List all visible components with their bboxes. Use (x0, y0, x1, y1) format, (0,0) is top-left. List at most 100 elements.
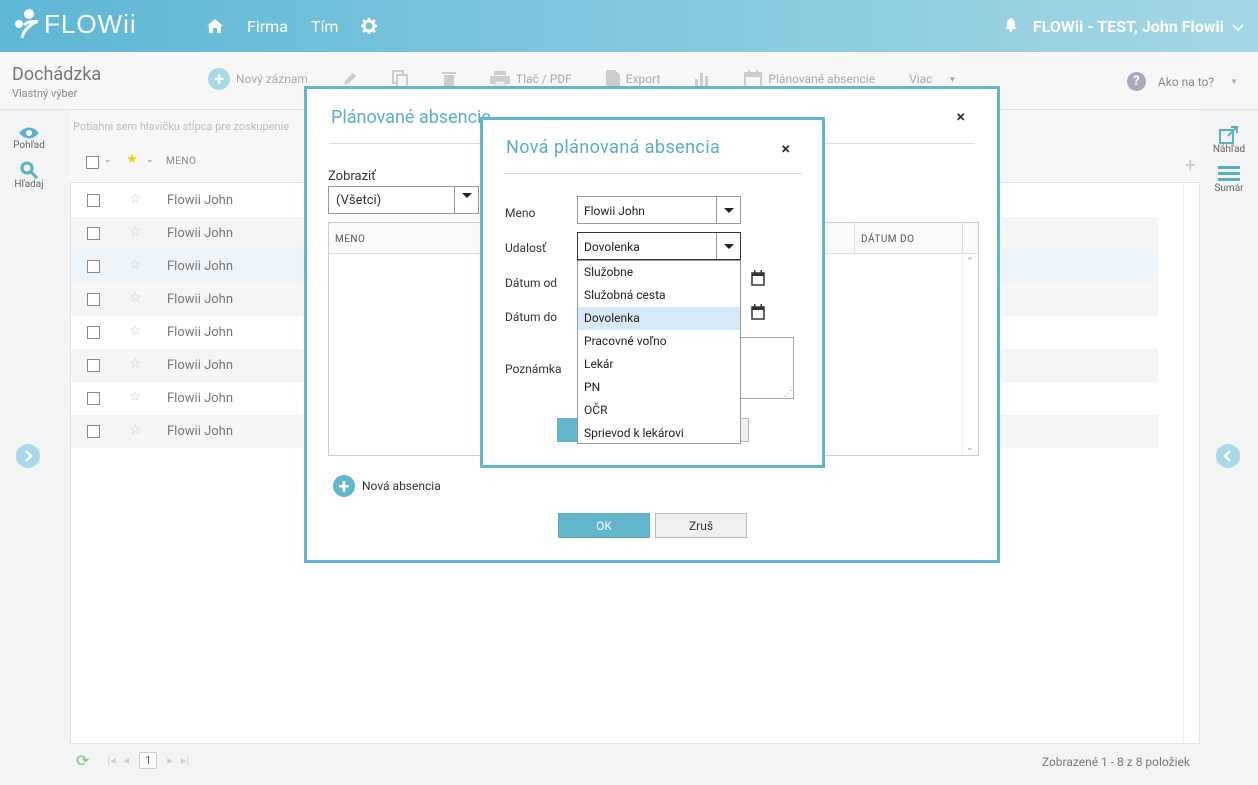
new-record-button[interactable]: + Nový záznam (208, 68, 308, 90)
bell-icon[interactable] (1004, 17, 1017, 36)
meno-select[interactable]: Flowii John (577, 196, 741, 224)
chevron-down-icon: ▼ (1230, 77, 1238, 86)
chevron-down-icon[interactable] (454, 187, 478, 213)
plus-circle-icon: + (333, 475, 355, 497)
star-icon[interactable]: ☆ (129, 389, 142, 405)
dropdown-option[interactable]: Služobná cesta (578, 284, 740, 307)
chevron-down-icon[interactable] (1232, 17, 1244, 36)
star-icon[interactable]: ☆ (129, 290, 142, 306)
calendar-icon[interactable] (751, 304, 765, 320)
event-value: Dovolenka (584, 240, 640, 254)
external-link-icon (1219, 126, 1238, 144)
table-scrollbar[interactable]: ⌃ ⌄ (962, 255, 978, 455)
row-name: Flowii John (167, 226, 234, 241)
summary-button[interactable]: Sumár (1200, 165, 1258, 194)
chart-button[interactable] (694, 71, 710, 87)
star-icon[interactable]: ★ (126, 152, 138, 167)
plus-circle-icon: + (208, 68, 230, 90)
column-header-meno[interactable]: MENO (335, 234, 365, 245)
grid-footer: ⟳ |◂ ◂ 1 ▸ ▸| Zobrazené 1 - 8 z 8 položi… (70, 745, 1200, 777)
dropdown-option[interactable]: PN (578, 376, 740, 399)
user-menu[interactable]: FLOWii - TEST, John Flowii (1004, 0, 1244, 52)
dropdown-option[interactable]: Pracovné voľno (578, 330, 740, 353)
chevron-up-icon[interactable]: ⌃ (966, 257, 974, 267)
chevron-left-icon[interactable] (1216, 444, 1240, 468)
chevron-down-icon: ▼ (948, 74, 957, 84)
dropdown-option[interactable]: OČR (578, 399, 740, 422)
cancel-button[interactable]: Zruš (655, 513, 747, 538)
chevron-right-icon[interactable] (16, 444, 40, 468)
gear-icon[interactable] (361, 18, 378, 34)
star-icon[interactable]: ☆ (129, 224, 142, 240)
star-icon[interactable]: ☆ (129, 191, 142, 207)
row-checkbox[interactable] (87, 227, 100, 240)
event-dropdown-list: Služobne Služobná cesta Dovolenka Pracov… (577, 260, 741, 444)
pager: ⟳ |◂ ◂ 1 ▸ ▸| (76, 751, 189, 770)
row-checkbox[interactable] (87, 326, 100, 339)
chevron-down-icon[interactable]: ⌄ (104, 155, 112, 165)
event-label: Udalosť (505, 241, 547, 255)
next-page-icon[interactable]: ▸ (167, 754, 173, 767)
column-header-meno[interactable]: MENO (166, 156, 196, 167)
search-icon (20, 161, 38, 179)
dropdown-option[interactable]: Sprievod k lekárovi (578, 422, 740, 445)
event-select[interactable]: Dovolenka (577, 232, 741, 260)
view-button[interactable]: Pohľad (0, 126, 58, 151)
close-icon[interactable]: × (782, 139, 791, 158)
chevron-down-icon[interactable]: ⌄ (966, 443, 974, 453)
logo[interactable]: FLOWii (12, 8, 137, 40)
home-icon[interactable] (206, 18, 224, 34)
star-icon[interactable]: ☆ (129, 323, 142, 339)
meno-value: Flowii John (584, 204, 645, 218)
nav-firma[interactable]: Firma (247, 17, 288, 36)
row-checkbox[interactable] (87, 260, 100, 273)
question-icon: ? (1126, 72, 1146, 91)
star-icon[interactable]: ☆ (129, 356, 142, 372)
page-number[interactable]: 1 (139, 752, 158, 769)
ok-button[interactable]: OK (558, 513, 650, 538)
meno-label: Meno (505, 206, 536, 220)
show-select[interactable]: (Všetci) (328, 186, 479, 214)
top-bar: FLOWii Firma Tím FLOWii - TEST, John Flo… (0, 0, 1258, 52)
row-checkbox[interactable] (87, 425, 100, 438)
last-page-icon[interactable]: ▸| (181, 754, 189, 767)
nav-tim[interactable]: Tím (311, 17, 339, 36)
chevron-down-icon[interactable] (716, 197, 740, 223)
first-page-icon[interactable]: |◂ (107, 754, 115, 767)
print-pdf-button[interactable]: Tlač / PDF (489, 71, 572, 87)
grid-scrollbar[interactable] (1183, 184, 1199, 742)
edit-button[interactable] (342, 71, 358, 87)
resize-handle-icon[interactable]: ⋰ (784, 389, 792, 398)
refresh-icon[interactable]: ⟳ (76, 751, 89, 770)
dropdown-option-selected[interactable]: Dovolenka (578, 307, 740, 330)
more-button[interactable]: Viac ▼ (909, 72, 956, 86)
chevron-down-icon[interactable] (716, 233, 740, 259)
select-all-checkbox[interactable] (86, 156, 99, 169)
row-checkbox[interactable] (87, 359, 100, 372)
add-column-icon[interactable]: + (1185, 153, 1196, 177)
dropdown-option[interactable]: Služobne (578, 261, 740, 284)
row-name: Flowii John (167, 424, 234, 439)
preview-button[interactable]: Náhľad (1200, 126, 1258, 155)
note-label: Poznámka (505, 362, 562, 376)
row-checkbox[interactable] (87, 293, 100, 306)
calendar-icon[interactable] (751, 270, 765, 286)
prev-page-icon[interactable]: ◂ (124, 754, 130, 767)
close-icon[interactable]: × (957, 107, 966, 126)
star-icon[interactable]: ☆ (129, 257, 142, 273)
chevron-down-icon[interactable]: ⌄ (146, 155, 154, 165)
column-header-datum-do[interactable]: DÁTUM DO (861, 234, 914, 245)
date-to-label: Dátum do (505, 310, 558, 324)
help-button[interactable]: ? Ako na to? ▼ (1126, 72, 1238, 91)
dropdown-option[interactable]: Lekár (578, 353, 740, 376)
star-icon[interactable]: ☆ (129, 422, 142, 438)
add-absence-button[interactable]: + Nová absencia (333, 475, 441, 497)
search-button[interactable]: Hľadaj (0, 161, 58, 190)
pencil-icon (343, 73, 356, 85)
divider (503, 173, 802, 174)
right-sidebar: Náhľad Sumár (1200, 110, 1258, 785)
page-subtitle: Vlastný výber (12, 87, 78, 100)
row-checkbox[interactable] (87, 392, 100, 405)
row-checkbox[interactable] (87, 194, 100, 207)
dialog-title: Nová plánovaná absencia (506, 137, 721, 158)
